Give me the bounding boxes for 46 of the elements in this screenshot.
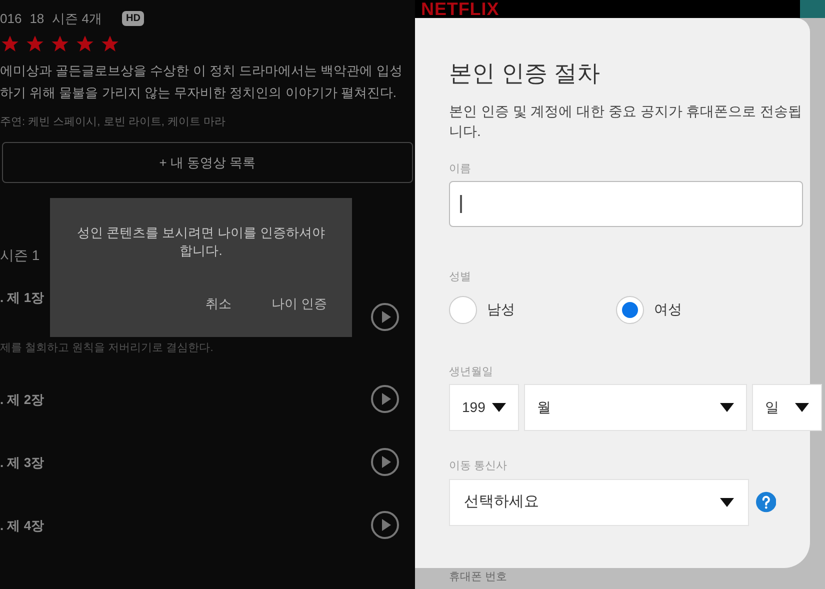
radio-button[interactable] — [449, 296, 477, 324]
name-input-field[interactable] — [449, 181, 803, 227]
field-label: 휴대폰 번호 — [449, 571, 508, 584]
caret-icon — [720, 498, 734, 506]
dialog-button[interactable]: 나이 인증 — [271, 294, 327, 314]
star-icon — [50, 34, 70, 54]
play-icon[interactable] — [370, 384, 400, 414]
episode-title[interactable]: . 제 3장 — [0, 453, 44, 472]
show-meta: 016 — [0, 10, 22, 28]
date-dropdown[interactable]: 199 — [449, 384, 519, 431]
radio-label: 남성 — [487, 300, 515, 319]
date-dropdown[interactable]: 일 — [752, 384, 822, 431]
caret-icon — [492, 403, 506, 412]
netflix-logo: NETFLIX — [421, 0, 500, 18]
star-icon — [75, 34, 95, 54]
play-icon[interactable] — [370, 510, 400, 540]
dialog-message: 성인 콘텐츠를 보시려면 나이를 인증하셔야 합니다. — [76, 224, 326, 260]
play-icon[interactable] — [370, 447, 400, 477]
cast-text: 주연: 케빈 스페이시, 로빈 라이트, 케이트 마라 — [0, 114, 227, 130]
caret-icon — [795, 403, 809, 412]
help-icon[interactable] — [756, 491, 776, 513]
star-icon — [0, 34, 20, 54]
episode-title[interactable]: . 제 4장 — [0, 516, 44, 536]
my-list-button[interactable]: + 내 동영상 목록 — [2, 142, 413, 183]
field-label: 이름 — [449, 162, 472, 176]
form-subtitle: 본인 인증 및 계정에 대한 중요 공지가 휴대폰으로 전송됩니다. — [449, 102, 804, 140]
radio-label: 여성 — [654, 300, 682, 319]
show-meta: 시즌 4개 — [52, 10, 102, 28]
dialog-button[interactable]: 취소 — [205, 294, 232, 314]
form-title: 본인 인증 절차 — [449, 59, 601, 88]
date-dropdown[interactable]: 월 — [524, 384, 747, 431]
carrier-dropdown[interactable]: 선택하세요 — [449, 478, 749, 526]
field-label: 성별 — [449, 270, 472, 285]
hd-badge: HD — [122, 11, 144, 26]
text-cursor — [460, 195, 462, 213]
star-icon — [100, 34, 120, 54]
show-description: 에미상과 골든글로브상을 수상한 이 정치 드라마에서는 백악관에 입성하기 위해 물불을 가리지 않는 무자비한 정치인의 이야기가 펼쳐진다. — [0, 62, 404, 102]
caret-icon — [720, 403, 734, 412]
field-label: 생년월일 — [449, 364, 494, 380]
episode-description: 제를 철회하고 원칙을 저버리기로 결심한다. — [0, 340, 214, 356]
show-meta: 18 — [30, 10, 44, 28]
star-icon — [25, 34, 45, 54]
radio-button[interactable] — [616, 296, 644, 324]
episode-title[interactable]: . 제 2장 — [0, 390, 44, 410]
play-icon[interactable] — [370, 302, 400, 332]
field-label: 이동 통신사 — [449, 459, 508, 474]
